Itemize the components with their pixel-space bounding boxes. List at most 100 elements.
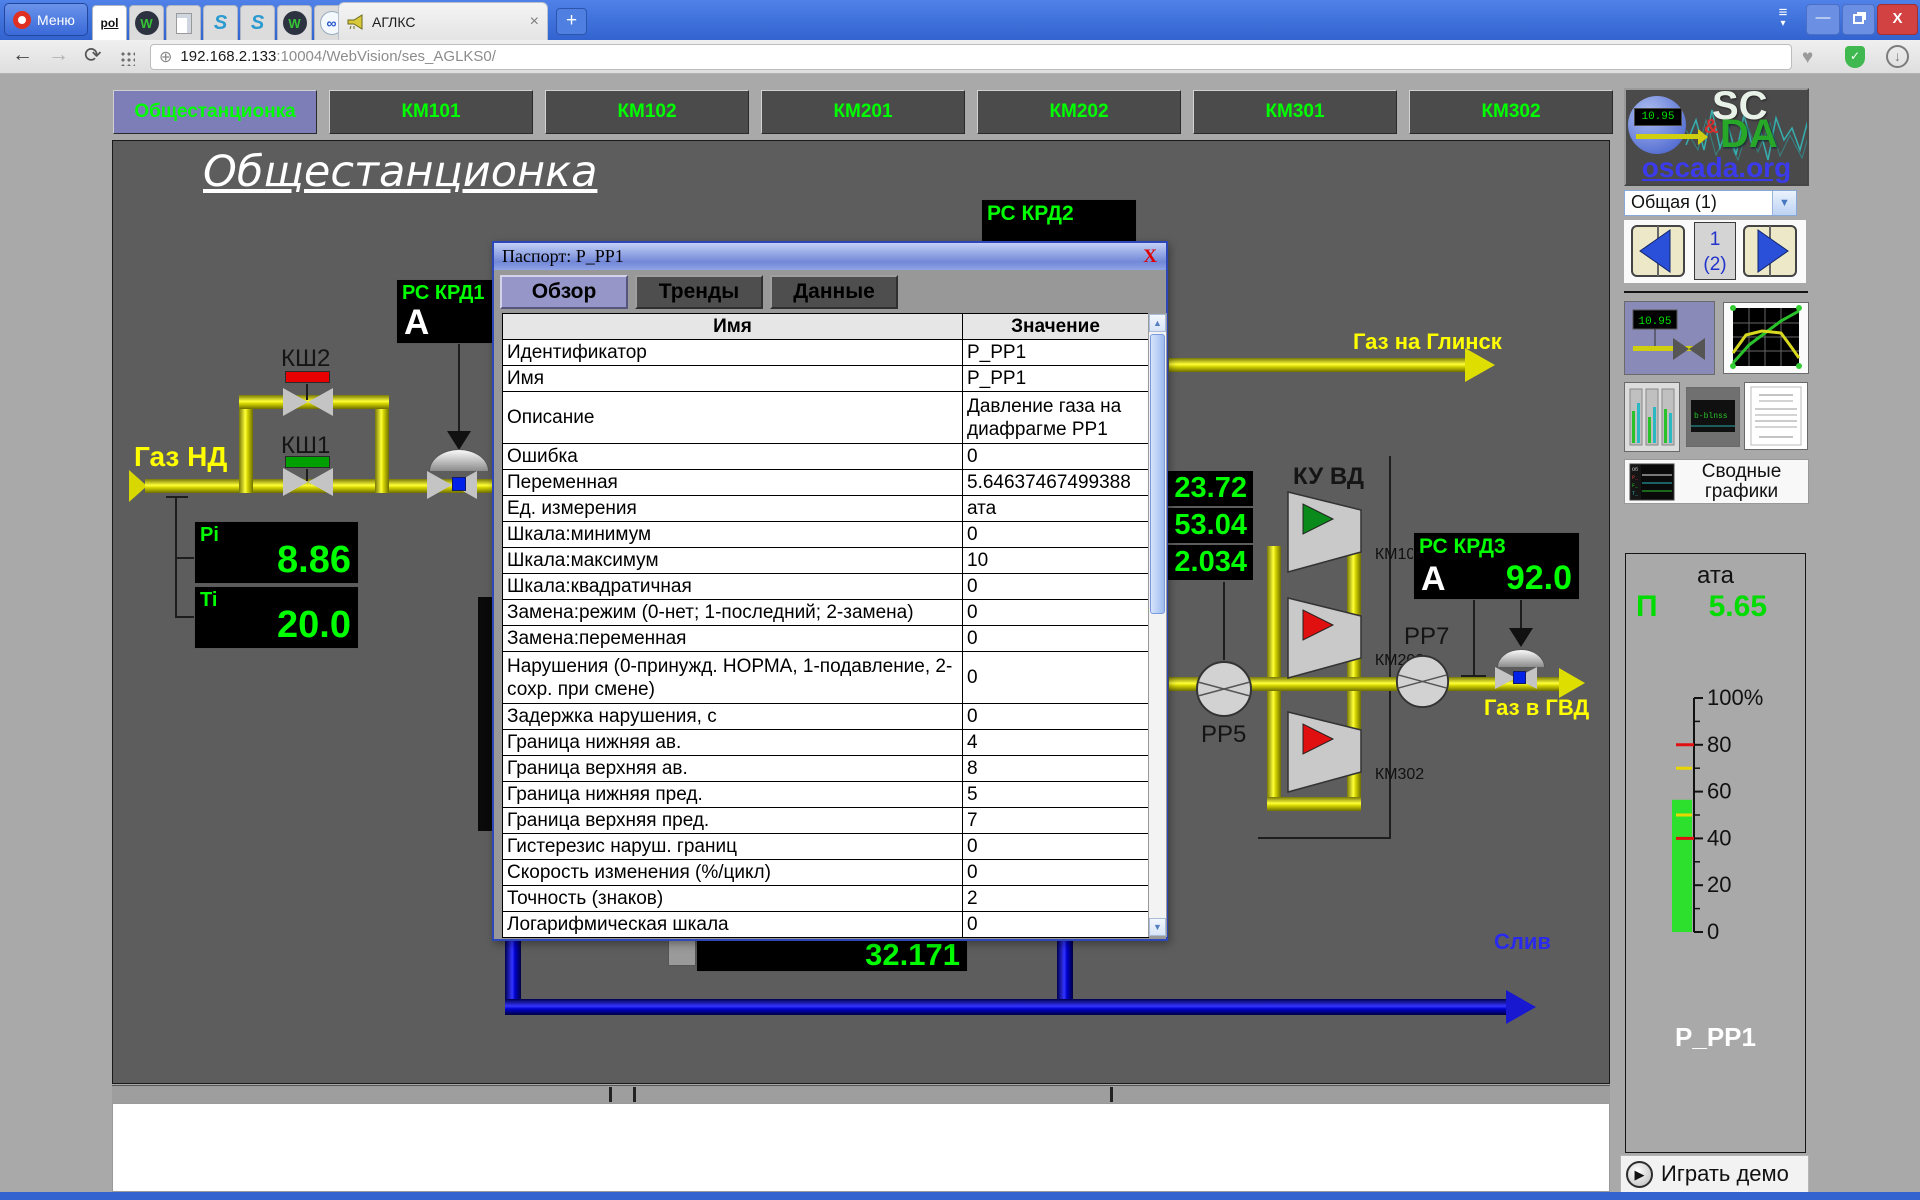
nav-tab-КМ102[interactable]: КМ102: [545, 90, 749, 134]
url-field[interactable]: ⊕ 192.168.2.133:10004/WebVision/ses_AGLK…: [150, 44, 1792, 70]
pinned-tab-pol-site[interactable]: pol: [92, 5, 127, 40]
table-row[interactable]: Граница нижняя пред.5: [503, 782, 1149, 808]
download-icon[interactable]: ↓: [1886, 45, 1909, 68]
ksh2-valve[interactable]: [283, 388, 333, 416]
krd1-display[interactable]: РС КРД1 А: [396, 279, 506, 344]
active-browser-tab[interactable]: АГЛКС ×: [338, 2, 548, 40]
row-name: Переменная: [503, 470, 963, 496]
table-row[interactable]: Граница верхняя пред.7: [503, 808, 1149, 834]
group-select[interactable]: Общая (1) ▼: [1624, 190, 1797, 216]
thumbnail-bars-page[interactable]: [1624, 382, 1680, 452]
dialog-title-bar[interactable]: Паспорт: P_PP1 X: [494, 243, 1166, 270]
scroll-down-icon[interactable]: ▼: [1149, 918, 1166, 936]
table-row[interactable]: Переменная5.64637467499388: [503, 470, 1149, 496]
speed-dial-icon[interactable]: [120, 51, 135, 66]
pi-display[interactable]: Pi 8.86: [194, 521, 359, 584]
km202-compressor[interactable]: КМ202: [1287, 597, 1362, 679]
table-row[interactable]: Граница нижняя ав.4: [503, 730, 1149, 756]
bookmark-heart-icon[interactable]: ♥: [1802, 47, 1813, 69]
nav-tab-КМ302[interactable]: КМ302: [1409, 90, 1613, 134]
dialog-tab-Тренды[interactable]: Тренды: [635, 275, 763, 309]
table-row[interactable]: Скорость изменения (%/цикл)0: [503, 860, 1149, 886]
chevron-down-icon[interactable]: ▼: [1772, 191, 1796, 215]
summary-graphs-button[interactable]: Об P_ F_ T_ Сводные графики: [1624, 459, 1809, 504]
row-value: 0: [963, 860, 1149, 886]
table-row[interactable]: ОписаниеДавление газа на диафрагме PP1: [503, 392, 1149, 444]
restore-button[interactable]: [1842, 4, 1875, 35]
next-page-button[interactable]: [1738, 222, 1802, 280]
forward-icon[interactable]: →: [48, 43, 69, 67]
pinned-tab-webvision-green[interactable]: W: [129, 5, 164, 40]
tab-list-button[interactable]: ≡ ▾: [1768, 7, 1798, 29]
url-host: 192.168.2.133: [180, 48, 276, 65]
table-row[interactable]: Граница верхняя ав.8: [503, 756, 1149, 782]
reload-icon[interactable]: ⟳: [84, 43, 102, 68]
new-tab-button[interactable]: +: [556, 8, 587, 35]
km302-compressor[interactable]: КМ302: [1287, 711, 1362, 793]
oscada-logo[interactable]: 10.95 SC & DA oscada.org: [1624, 88, 1809, 186]
pinned-tab-scada-blue-2[interactable]: S: [240, 5, 275, 40]
close-window-button[interactable]: X: [1877, 4, 1918, 35]
dialog-scrollbar[interactable]: ▲ ▼: [1148, 313, 1167, 937]
table-row[interactable]: Гистерезис наруш. границ0: [503, 834, 1149, 860]
ksh2-status-closed[interactable]: [285, 371, 330, 383]
ksh1-status-open[interactable]: [285, 456, 330, 468]
column-header-value: Значение: [963, 314, 1149, 340]
krd3-valve-dome[interactable]: [1497, 649, 1545, 667]
ti-display[interactable]: Ti 20.0: [194, 586, 359, 649]
site-badge-icon[interactable]: ⊕: [159, 47, 172, 67]
play-demo-button[interactable]: ▶ Играть демо: [1620, 1155, 1809, 1193]
table-row[interactable]: Нарушения (0-принужд. НОРМА, 1-подавлени…: [503, 652, 1149, 704]
nav-tab-КМ202[interactable]: КМ202: [977, 90, 1181, 134]
dialog-tab-Данные[interactable]: Данные: [770, 275, 898, 309]
table-row[interactable]: Задержка нарушения, с0: [503, 704, 1149, 730]
prev-page-button[interactable]: [1626, 222, 1690, 280]
table-row[interactable]: ИмяP_PP1: [503, 366, 1149, 392]
table-row[interactable]: Замена:переменная0: [503, 626, 1149, 652]
scroll-up-icon[interactable]: ▲: [1149, 314, 1166, 332]
rr7-orifice[interactable]: [1395, 654, 1450, 714]
nav-tab-КМ201[interactable]: КМ201: [761, 90, 965, 134]
bottom-splitter[interactable]: [112, 1085, 1610, 1103]
krd1-valve-core: [452, 477, 466, 491]
km102-compressor[interactable]: КМ102: [1287, 491, 1362, 573]
table-row[interactable]: Ед. измеренияата: [503, 496, 1149, 522]
table-row[interactable]: Шкала:минимум0: [503, 522, 1149, 548]
logo-site-link[interactable]: oscada.org: [1626, 152, 1807, 184]
thumbnail-valve-page[interactable]: 10.95: [1624, 301, 1715, 375]
summary-graphs-label: Сводные графики: [1675, 462, 1808, 502]
table-row[interactable]: Шкала:максимум10: [503, 548, 1149, 574]
back-icon[interactable]: ←: [12, 43, 33, 67]
scrollbar-thumb[interactable]: [1150, 334, 1165, 614]
table-row[interactable]: ИдентификаторP_PP1: [503, 340, 1149, 366]
rr5-orifice[interactable]: [1195, 660, 1253, 723]
ksh1-valve[interactable]: [283, 468, 333, 496]
dialog-tab-Обзор[interactable]: Обзор: [500, 275, 628, 309]
table-row[interactable]: Логарифмическая шкала0: [503, 912, 1149, 938]
table-row[interactable]: Замена:режим (0-нет; 1-последний; 2-заме…: [503, 600, 1149, 626]
nav-tab-КМ301[interactable]: КМ301: [1193, 90, 1397, 134]
minimize-button[interactable]: —: [1806, 4, 1840, 35]
glinsk-arrow-icon: [1465, 348, 1495, 382]
opera-menu-button[interactable]: Меню: [4, 3, 88, 36]
pinned-tab-webvision-green-2[interactable]: W: [277, 5, 312, 40]
krd3-display[interactable]: РС КРД3 А 92.0: [1413, 532, 1580, 600]
table-row[interactable]: Шкала:квадратичная0: [503, 574, 1149, 600]
table-row[interactable]: Точность (знаков)2: [503, 886, 1149, 912]
dialog-close-icon[interactable]: X: [1143, 246, 1166, 268]
security-shield-icon[interactable]: ✓: [1845, 46, 1865, 68]
thumbnail-document-page[interactable]: [1744, 382, 1808, 450]
row-name: Замена:переменная: [503, 626, 963, 652]
nav-tab-КМ101[interactable]: КМ101: [329, 90, 533, 134]
table-row[interactable]: Ошибка0: [503, 444, 1149, 470]
krd1-valve-dome[interactable]: [429, 449, 489, 471]
row-name: Ед. измерения: [503, 496, 963, 522]
pinned-tab-scada-blue[interactable]: S: [203, 5, 238, 40]
nav-tab-Общестанционка[interactable]: Общестанционка: [113, 90, 317, 134]
logo-mini-display: 10.95: [1634, 108, 1682, 126]
row-name: Замена:режим (0-нет; 1-последний; 2-заме…: [503, 600, 963, 626]
thumbnail-trend-page[interactable]: [1723, 302, 1809, 374]
pinned-tab-document-page[interactable]: [166, 5, 201, 40]
thumbnail-doc-trend-page[interactable]: b-blnss: [1686, 387, 1740, 447]
tab-close-icon[interactable]: ×: [530, 13, 539, 31]
